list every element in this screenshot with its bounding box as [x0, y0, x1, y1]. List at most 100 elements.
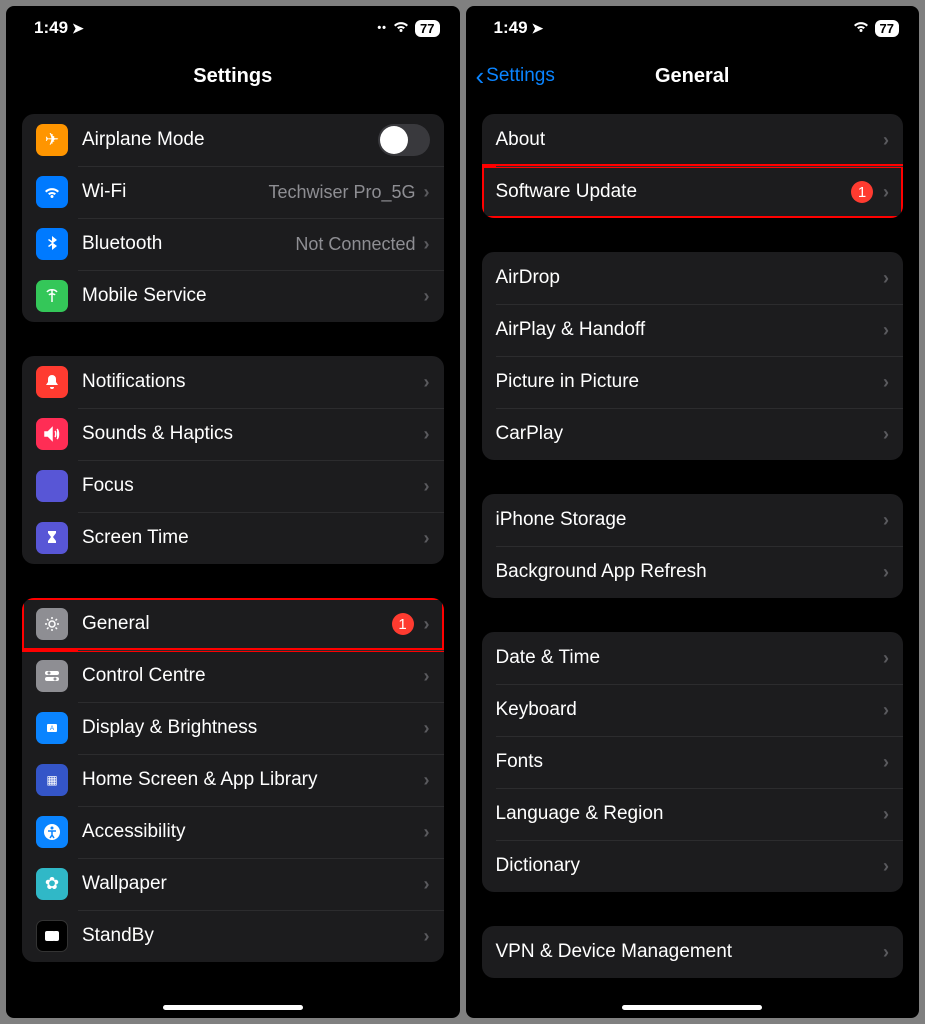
clock-icon — [36, 920, 68, 952]
chevron-right-icon: › — [883, 856, 889, 877]
settings-group: iPhone Storage›Background App Refresh› — [482, 494, 904, 598]
row-label: VPN & Device Management — [496, 941, 884, 963]
wifi-status-icon — [391, 16, 411, 40]
bluetooth-icon — [36, 228, 68, 260]
settings-group: About›Software Update1› — [482, 114, 904, 218]
settings-group: ✈Airplane ModeWi-FiTechwiser Pro_5G›Blue… — [22, 114, 444, 322]
home-indicator[interactable] — [163, 1005, 303, 1010]
phone-general: 1:49 ➤ 77 ‹ Settings General About›Softw… — [466, 6, 920, 1018]
row-display[interactable]: Display & Brightness› — [22, 702, 444, 754]
grid-icon: ▦ — [36, 764, 68, 796]
moon-icon — [36, 470, 68, 502]
row-label: Focus — [82, 475, 424, 497]
chevron-right-icon: › — [883, 700, 889, 721]
settings-group: Date & Time›Keyboard›Fonts›Language & Re… — [482, 632, 904, 892]
row-label: Sounds & Haptics — [82, 423, 424, 445]
chevron-right-icon: › — [424, 614, 430, 635]
row-sounds[interactable]: Sounds & Haptics› — [22, 408, 444, 460]
row-keyboard[interactable]: Keyboard› — [482, 684, 904, 736]
row-airplane[interactable]: ✈ Airplane Mode — [22, 114, 444, 166]
row-dictionary[interactable]: Dictionary› — [482, 840, 904, 892]
row-label: Dictionary — [496, 855, 884, 877]
location-icon: ➤ — [532, 20, 544, 37]
status-bar: 1:49 ➤ •• 77 — [6, 6, 460, 50]
chevron-right-icon: › — [883, 182, 889, 203]
chevron-right-icon: › — [883, 130, 889, 151]
row-home[interactable]: ▦ Home Screen & App Library› — [22, 754, 444, 806]
row-standby[interactable]: StandBy› — [22, 910, 444, 962]
toggle-airplane[interactable] — [378, 124, 430, 156]
airplane-icon: ✈ — [36, 124, 68, 156]
chevron-right-icon: › — [424, 286, 430, 307]
row-software-update[interactable]: Software Update1 › — [482, 166, 904, 218]
row-airdrop[interactable]: AirDrop› — [482, 252, 904, 304]
chevron-right-icon: › — [424, 234, 430, 255]
row-label: Background App Refresh — [496, 561, 884, 583]
row-pip[interactable]: Picture in Picture› — [482, 356, 904, 408]
chevron-right-icon: › — [883, 562, 889, 583]
row-label: About — [496, 129, 884, 151]
row-label: iPhone Storage — [496, 509, 884, 531]
row-vpn[interactable]: VPN & Device Management› — [482, 926, 904, 978]
hourglass-icon — [36, 522, 68, 554]
row-label: Bluetooth — [82, 233, 295, 255]
chevron-right-icon: › — [424, 822, 430, 843]
row-label: General — [82, 613, 392, 635]
row-notifications[interactable]: Notifications› — [22, 356, 444, 408]
chevron-right-icon: › — [883, 424, 889, 445]
row-bluetooth[interactable]: BluetoothNot Connected › — [22, 218, 444, 270]
page-title: General — [655, 65, 729, 88]
row-label: Wallpaper — [82, 873, 424, 895]
row-label: Notifications — [82, 371, 424, 393]
row-language[interactable]: Language & Region› — [482, 788, 904, 840]
row-wifi[interactable]: Wi-FiTechwiser Pro_5G› — [22, 166, 444, 218]
row-label: Home Screen & App Library — [82, 769, 424, 791]
row-label: AirPlay & Handoff — [496, 319, 884, 341]
flower-icon: ✿ — [36, 868, 68, 900]
row-refresh[interactable]: Background App Refresh› — [482, 546, 904, 598]
nav-bar: ‹ Settings General — [466, 50, 920, 102]
chevron-right-icon: › — [424, 874, 430, 895]
row-fonts[interactable]: Fonts› — [482, 736, 904, 788]
row-label: Mobile Service — [82, 285, 424, 307]
back-button[interactable]: ‹ Settings — [476, 61, 555, 92]
row-about[interactable]: About› — [482, 114, 904, 166]
row-accessibility[interactable]: Accessibility› — [22, 806, 444, 858]
row-label: Airplane Mode — [82, 129, 378, 151]
cellular-icon: •• — [377, 22, 387, 34]
status-time: 1:49 — [494, 18, 528, 38]
settings-group: AirDrop›AirPlay & Handoff›Picture in Pic… — [482, 252, 904, 460]
row-control[interactable]: Control Centre› — [22, 650, 444, 702]
row-value: Not Connected — [295, 234, 415, 255]
wifi-status-icon — [851, 16, 871, 40]
chevron-right-icon: › — [424, 666, 430, 687]
row-label: Display & Brightness — [82, 717, 424, 739]
antenna-icon — [36, 280, 68, 312]
settings-group: Notifications›Sounds & Haptics›Focus›Scr… — [22, 356, 444, 564]
badge: 1 — [851, 181, 873, 203]
row-storage[interactable]: iPhone Storage› — [482, 494, 904, 546]
row-airplay[interactable]: AirPlay & Handoff› — [482, 304, 904, 356]
row-datetime[interactable]: Date & Time› — [482, 632, 904, 684]
row-focus[interactable]: Focus› — [22, 460, 444, 512]
settings-group: General1›Control Centre›Display & Bright… — [22, 598, 444, 962]
row-wallpaper[interactable]: ✿ Wallpaper› — [22, 858, 444, 910]
status-time: 1:49 — [34, 18, 68, 38]
chevron-right-icon: › — [424, 926, 430, 947]
badge: 1 — [392, 613, 414, 635]
home-indicator[interactable] — [622, 1005, 762, 1010]
chevron-right-icon: › — [424, 770, 430, 791]
row-carplay[interactable]: CarPlay› — [482, 408, 904, 460]
row-label: Wi-Fi — [82, 181, 268, 203]
row-label: AirDrop — [496, 267, 884, 289]
row-label: StandBy — [82, 925, 424, 947]
row-screentime[interactable]: Screen Time› — [22, 512, 444, 564]
row-label: Picture in Picture — [496, 371, 884, 393]
chevron-right-icon: › — [424, 718, 430, 739]
row-value: Techwiser Pro_5G — [268, 182, 415, 203]
row-label: Software Update — [496, 181, 852, 203]
row-mobile[interactable]: Mobile Service› — [22, 270, 444, 322]
row-label: CarPlay — [496, 423, 884, 445]
chevron-left-icon: ‹ — [476, 61, 485, 92]
row-general[interactable]: General1 › — [22, 598, 444, 650]
